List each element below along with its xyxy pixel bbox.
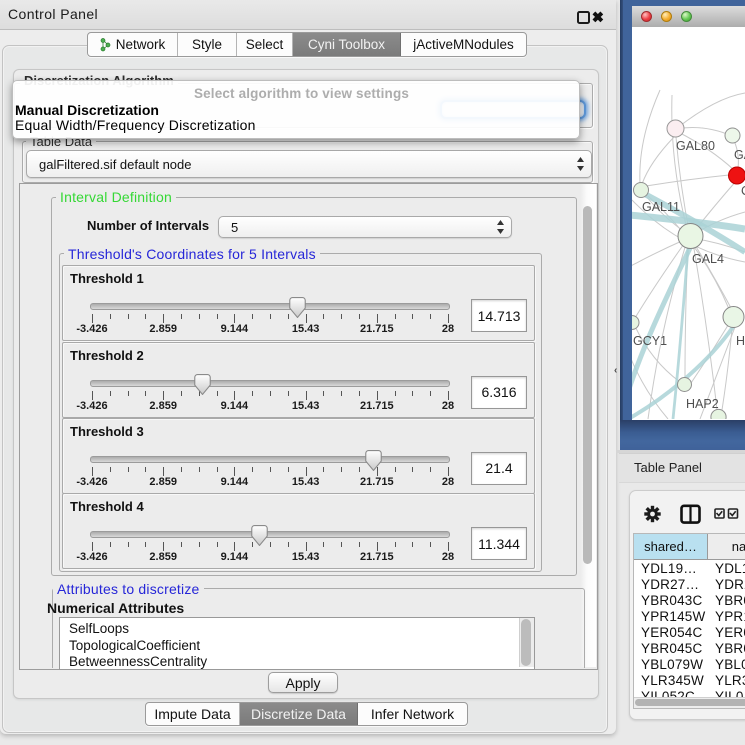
svg-text:C: C	[741, 184, 745, 198]
svg-text:H: H	[736, 334, 745, 348]
svg-text:HAP2: HAP2	[686, 397, 719, 411]
svg-text:GAL80: GAL80	[676, 139, 715, 153]
svg-text:GAL11: GAL11	[642, 200, 680, 214]
svg-text:GAL4: GAL4	[692, 252, 724, 266]
svg-text:GA: GA	[734, 148, 745, 162]
svg-text:GCY1: GCY1	[633, 334, 667, 348]
